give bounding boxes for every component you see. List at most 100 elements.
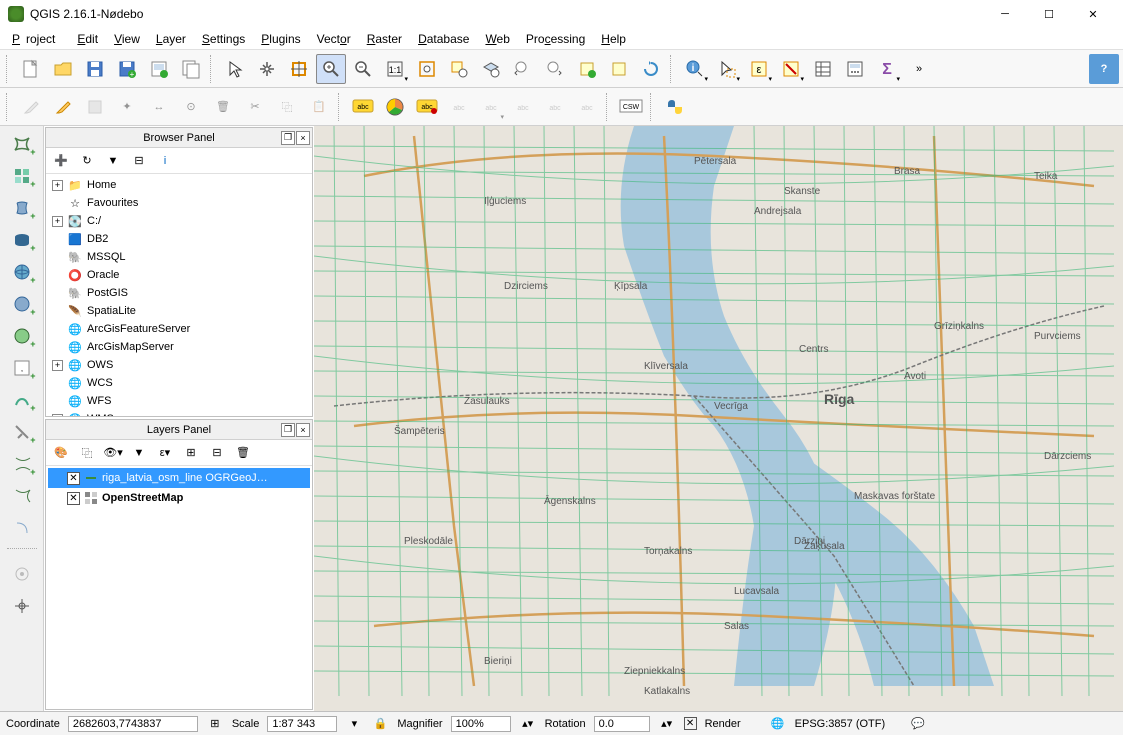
rotation-stepper[interactable]: ▴▾ (658, 715, 676, 733)
coordinate-capture-button[interactable] (5, 592, 39, 620)
new-spatialite-button[interactable] (5, 514, 39, 542)
cut-button[interactable]: ✂ (240, 92, 270, 122)
crs-label[interactable]: EPSG:3857 (OTF) (795, 718, 885, 730)
magnifier-stepper[interactable]: ▴▾ (519, 715, 537, 733)
tree-item[interactable]: 🐘MSSQL (48, 248, 310, 266)
tree-item[interactable]: +💽C:/ (48, 212, 310, 230)
layers-filter-button[interactable]: ▼ (128, 442, 150, 464)
crs-icon[interactable]: 🌐 (769, 715, 787, 733)
tree-item[interactable]: 🌐WCS (48, 374, 310, 392)
add-virtual-layer-button[interactable]: + (5, 450, 39, 478)
menu-plugins[interactable]: Plugins (255, 30, 306, 48)
layers-style-button[interactable]: 🎨 (50, 442, 72, 464)
new-project-button[interactable] (16, 54, 46, 84)
tree-item[interactable]: ☆Favourites (48, 194, 310, 212)
browser-refresh-button[interactable]: ↻ (76, 150, 98, 172)
composer-manager-button[interactable] (176, 54, 206, 84)
scale-dropdown[interactable]: ▾ (345, 715, 363, 733)
metasearch-button[interactable]: CSW (616, 92, 646, 122)
magnifier-input[interactable] (451, 716, 511, 732)
save-as-button[interactable]: + (112, 54, 142, 84)
copy-button[interactable]: ⿻ (272, 92, 302, 122)
toggle-extents-button[interactable]: ⊞ (206, 715, 224, 733)
tree-item[interactable]: 🌐ArcGisFeatureServer (48, 320, 310, 338)
zoom-last-button[interactable] (508, 54, 538, 84)
coordinate-input[interactable] (68, 716, 198, 732)
add-mssql-layer-button[interactable]: + (5, 386, 39, 414)
menu-raster[interactable]: Raster (361, 30, 408, 48)
statistics-button[interactable]: Σ (872, 54, 902, 84)
add-wfs-layer-button[interactable]: + (5, 322, 39, 350)
layer-item[interactable]: ✕riga_latvia_osm_line OGRGeoJ… (48, 468, 310, 488)
layers-add-group-button[interactable]: ⿻ (76, 442, 98, 464)
help-button[interactable]: ? (1089, 54, 1119, 84)
menu-settings[interactable]: Settings (196, 30, 251, 48)
new-bookmark-button[interactable] (572, 54, 602, 84)
show-bookmarks-button[interactable] (604, 54, 634, 84)
toggle-editing-button[interactable] (48, 92, 78, 122)
add-vector-layer-button[interactable]: + (5, 130, 39, 158)
zoom-next-button[interactable] (540, 54, 570, 84)
python-console-button[interactable] (660, 92, 690, 122)
tree-item[interactable]: +🌐OWS (48, 356, 310, 374)
deselect-button[interactable] (776, 54, 806, 84)
tree-item[interactable]: +🌐WMS (48, 410, 310, 416)
zoom-selection-button[interactable] (444, 54, 474, 84)
messages-button[interactable]: 💬 (909, 715, 927, 733)
tree-item[interactable]: 🌐WFS (48, 392, 310, 410)
node-tool-button[interactable]: ⊙ (176, 92, 206, 122)
field-calculator-button[interactable] (840, 54, 870, 84)
open-project-button[interactable] (48, 54, 78, 84)
identify-button[interactable]: i (680, 54, 710, 84)
menu-edit[interactable]: Edit (71, 30, 104, 48)
layers-close-button[interactable]: × (296, 423, 310, 437)
render-checkbox[interactable]: ✕ (684, 717, 697, 730)
pointer-button[interactable] (220, 54, 250, 84)
save-project-button[interactable] (80, 54, 110, 84)
new-composer-button[interactable] (144, 54, 174, 84)
browser-collapse-button[interactable]: ⊟ (128, 150, 150, 172)
diagram-button[interactable] (380, 92, 410, 122)
layers-expression-button[interactable]: ε▾ (154, 442, 176, 464)
tree-item[interactable]: ⭕Oracle (48, 266, 310, 284)
layer-checkbox[interactable]: ✕ (67, 492, 80, 505)
current-edits-button[interactable] (16, 92, 46, 122)
tree-item[interactable]: 🟦DB2 (48, 230, 310, 248)
add-postgis-layer-button[interactable]: + (5, 226, 39, 254)
abc-show-button[interactable]: abc (476, 92, 506, 122)
zoom-full-button[interactable] (412, 54, 442, 84)
layer-item[interactable]: ✕OpenStreetMap (48, 488, 310, 508)
delete-selected-button[interactable]: 🗑 (208, 92, 238, 122)
new-shapefile-button[interactable] (5, 482, 39, 510)
menu-processing[interactable]: Processing (520, 30, 591, 48)
map-canvas[interactable]: RīgaCentrsAndrejsalaSkanstePētersalaIļģu… (314, 126, 1123, 711)
menu-view[interactable]: View (108, 30, 146, 48)
tree-item[interactable]: 🐘PostGIS (48, 284, 310, 302)
browser-add-layer-button[interactable]: ➕ (50, 150, 72, 172)
abc-rotate-button[interactable]: abc (540, 92, 570, 122)
browser-close-button[interactable]: × (296, 131, 310, 145)
browser-properties-button[interactable]: i (154, 150, 176, 172)
abc-pin-button[interactable]: abc (444, 92, 474, 122)
menu-project[interactable]: Project (6, 30, 67, 48)
layers-collapse-button[interactable]: ⊟ (206, 442, 228, 464)
menu-vector[interactable]: Vector (311, 30, 357, 48)
add-oracle-layer-button[interactable]: + (5, 418, 39, 446)
layers-tree[interactable]: ✕riga_latvia_osm_line OGRGeoJ…✕OpenStree… (46, 466, 312, 709)
layer-checkbox[interactable]: ✕ (67, 472, 80, 485)
menu-layer[interactable]: Layer (150, 30, 192, 48)
tree-item[interactable]: +📁Home (48, 176, 310, 194)
add-spatialite-layer-button[interactable]: + (5, 194, 39, 222)
zoom-in-button[interactable] (316, 54, 346, 84)
close-button[interactable]: ✕ (1071, 0, 1115, 28)
zoom-out-button[interactable] (348, 54, 378, 84)
scale-input[interactable] (267, 716, 337, 732)
add-wcs-layer-button[interactable]: + (5, 290, 39, 318)
tree-item[interactable]: 🪶SpatiaLite (48, 302, 310, 320)
add-delimited-layer-button[interactable]: ,+ (5, 354, 39, 382)
browser-undock-button[interactable]: ❐ (281, 131, 295, 145)
minimize-button[interactable]: ─ (983, 0, 1027, 28)
abc-highlight-button[interactable]: abc (412, 92, 442, 122)
refresh-button[interactable] (636, 54, 666, 84)
layers-expand-button[interactable]: ⊞ (180, 442, 202, 464)
